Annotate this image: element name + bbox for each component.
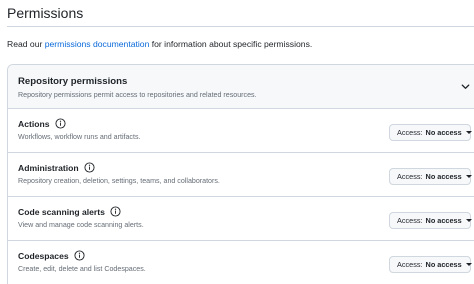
permission-row-code-scanning-alerts: Code scanning alerts View and manage cod… [8, 197, 474, 241]
permission-description: Workflows, workflow runs and artifacts. [18, 133, 141, 141]
caret-down-icon [465, 131, 472, 134]
permission-description: Repository creation, deletion, settings,… [18, 177, 220, 185]
access-dropdown-button[interactable]: Access: No access [389, 256, 472, 273]
intro-prefix: Read our [7, 39, 45, 49]
info-icon[interactable] [84, 162, 95, 173]
caret-down-icon [465, 175, 472, 178]
permission-row-codespaces: Codespaces Create, edit, delete and list… [8, 241, 474, 284]
title-divider [7, 26, 474, 27]
access-dropdown-button[interactable]: Access: No access [389, 168, 472, 185]
intro-text: Read our permissions documentation for i… [7, 39, 312, 49]
permission-description: Create, edit, delete and list Codespaces… [18, 265, 146, 273]
access-value: No access [425, 216, 462, 225]
caret-down-icon [465, 263, 472, 266]
info-icon[interactable] [54, 118, 66, 129]
section-title: Repository permissions [18, 76, 128, 87]
info-icon[interactable] [74, 250, 85, 261]
access-label: Access: [397, 172, 423, 181]
page-title: Permissions [7, 5, 84, 21]
access-label: Access: [397, 216, 423, 225]
permission-name: Administration [18, 162, 79, 173]
chevron-down-icon[interactable] [460, 81, 471, 92]
caret-down-icon [465, 219, 472, 222]
section-subtitle: Repository permissions permit access to … [18, 91, 257, 99]
access-value: No access [425, 128, 462, 137]
access-value: No access [425, 172, 462, 181]
access-value: No access [425, 260, 462, 269]
permission-name: Codespaces [18, 250, 69, 261]
access-label: Access: [397, 128, 423, 137]
repository-permissions-header[interactable]: Repository permissions Repository permis… [8, 65, 474, 109]
access-dropdown-button[interactable]: Access: No access [389, 212, 472, 229]
permission-row-actions: Actions Workflows, workflow runs and art… [8, 109, 474, 153]
permission-name: Code scanning alerts [18, 206, 105, 217]
access-label: Access: [397, 260, 423, 269]
info-icon[interactable] [110, 206, 121, 217]
permission-row-administration: Administration Repository creation, dele… [8, 153, 474, 197]
access-dropdown-button[interactable]: Access: No access [389, 124, 472, 141]
permission-description: View and manage code scanning alerts. [18, 221, 144, 229]
permission-name: Actions [18, 118, 50, 129]
intro-suffix: for information about specific permissio… [149, 39, 313, 49]
permissions-documentation-link[interactable]: permissions documentation [45, 39, 150, 49]
repository-permissions-panel: Repository permissions Repository permis… [7, 64, 474, 284]
